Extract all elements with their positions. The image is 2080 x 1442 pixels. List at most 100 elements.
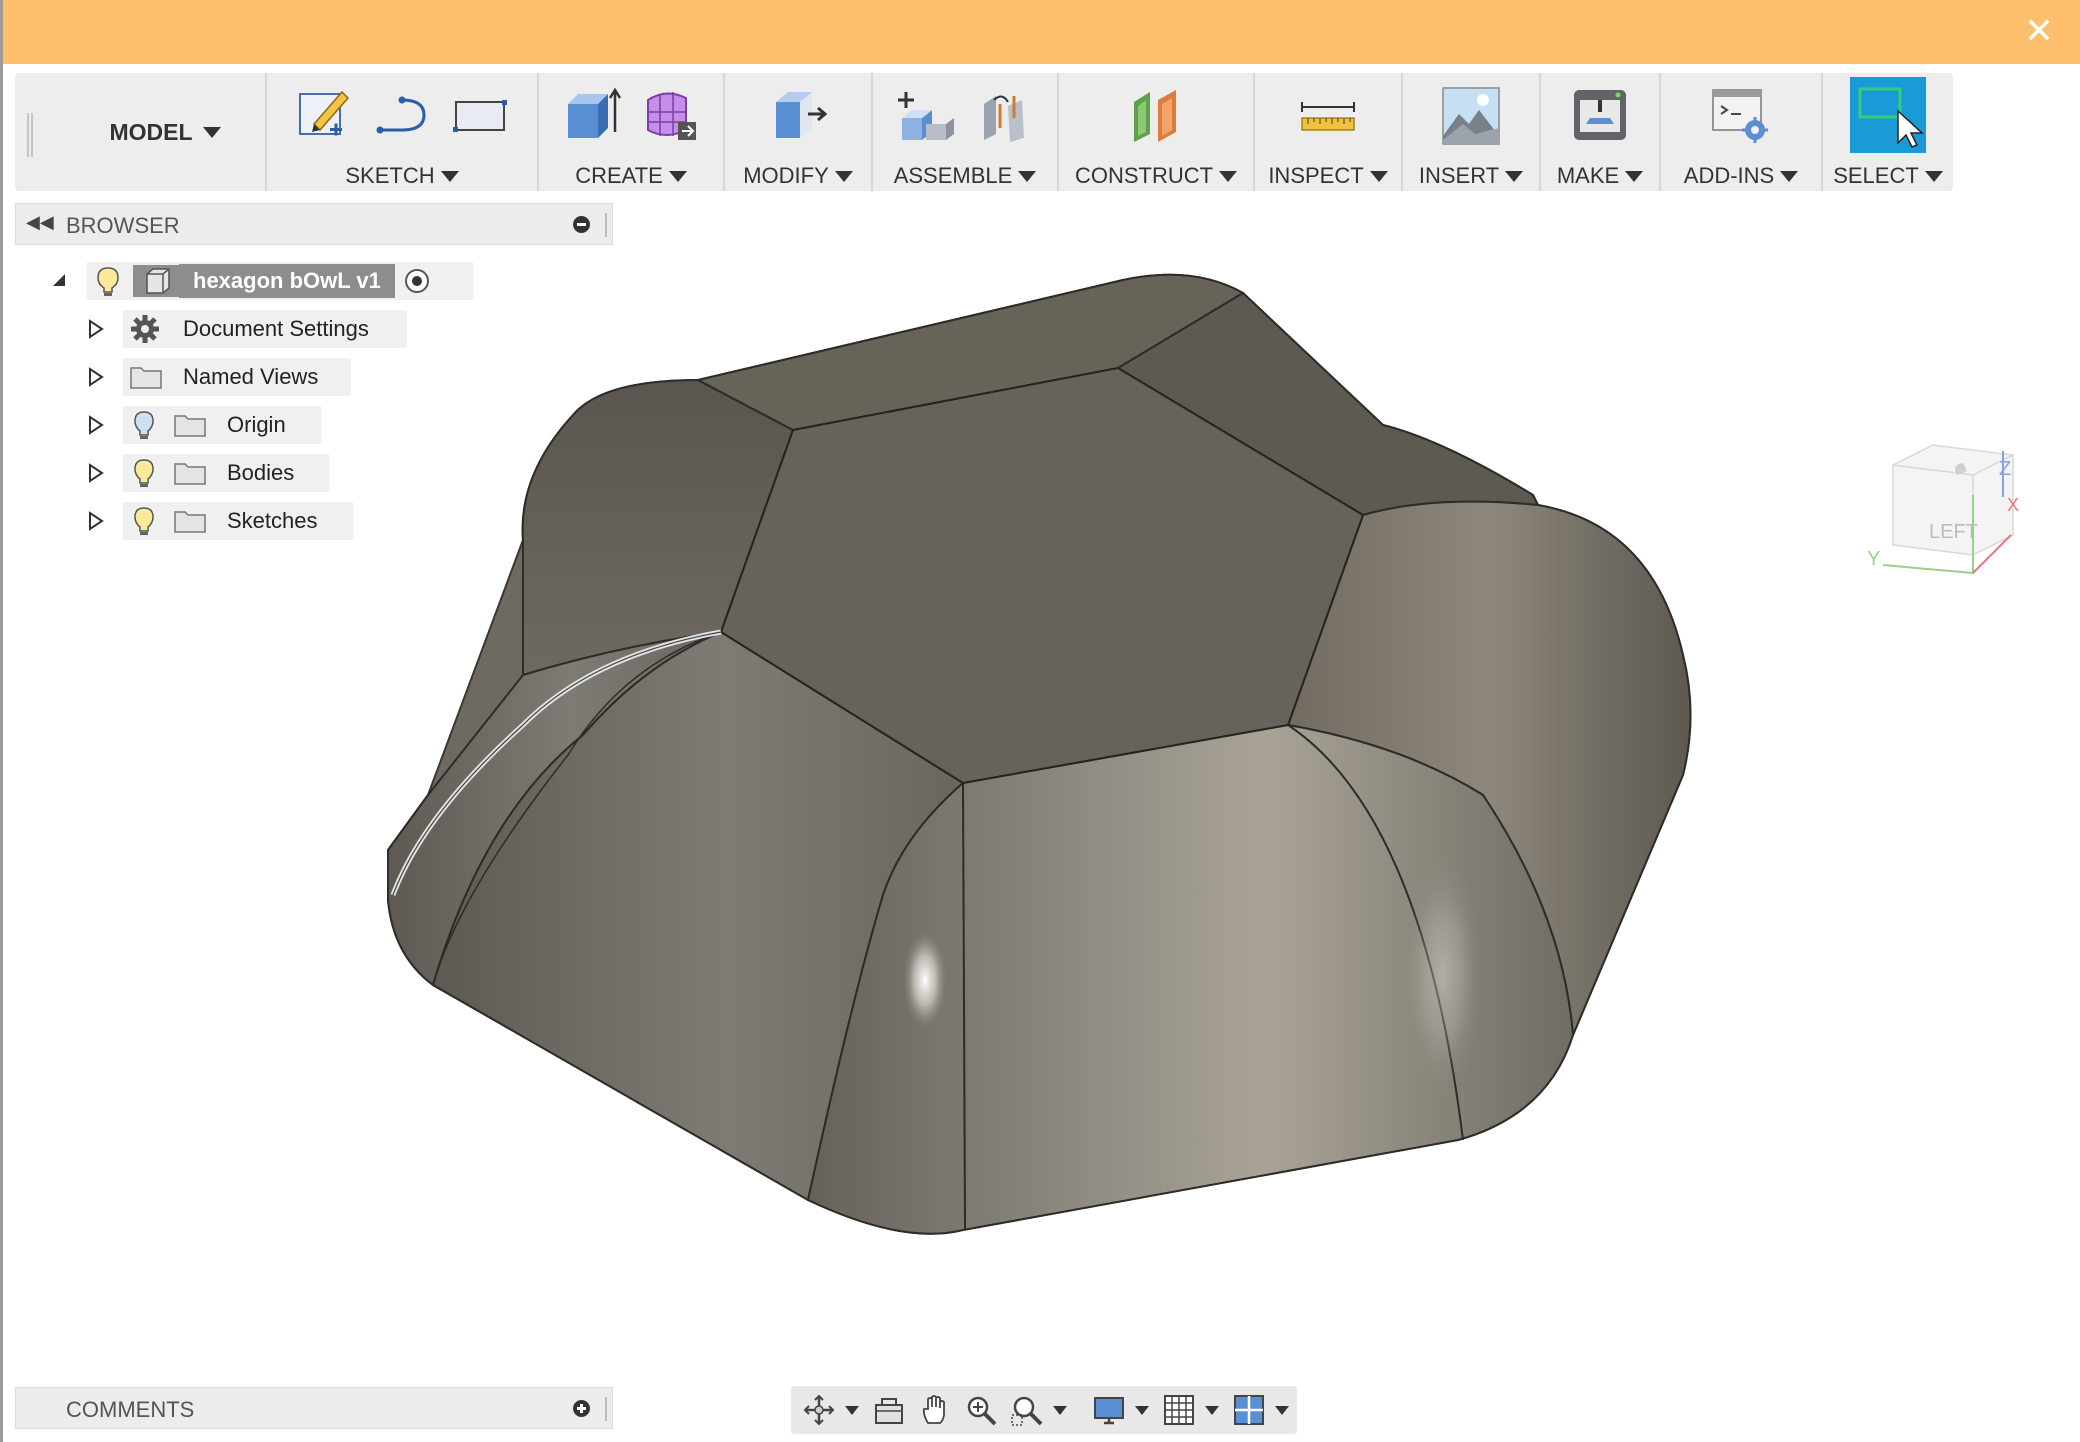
create-sketch-icon[interactable] <box>294 84 354 146</box>
tree-expand-icon[interactable] <box>83 365 107 389</box>
component-icon <box>146 268 170 294</box>
pan-icon[interactable] <box>915 1390 955 1430</box>
assemble-menu[interactable]: ASSEMBLE <box>873 163 1057 189</box>
assemble-label: ASSEMBLE <box>893 163 1013 188</box>
create-label: CREATE <box>575 163 663 188</box>
viewports-icon[interactable] <box>1229 1390 1269 1430</box>
zoom-icon[interactable] <box>961 1390 1001 1430</box>
make-menu[interactable]: MAKE <box>1541 163 1659 189</box>
browser-item-label: Sketches <box>227 508 318 533</box>
lightbulb-icon[interactable] <box>129 409 159 441</box>
browser-item-bodies[interactable]: Bodies <box>123 454 329 492</box>
addins-menu[interactable]: ADD-INS <box>1661 163 1821 189</box>
viewcube[interactable]: LEFT Z X Y <box>1863 435 2023 595</box>
chevron-down-icon[interactable] <box>1053 1405 1067 1415</box>
joint-icon[interactable] <box>974 84 1034 146</box>
collapse-panel-icon[interactable]: ◀◀ <box>26 212 54 233</box>
toolbar: MODEL SKETCH CREATE MODIFY ASSEMBLE CONS… <box>15 73 1953 191</box>
rectangle-icon[interactable] <box>450 84 510 146</box>
construct-label: CONSTRUCT <box>1074 163 1214 188</box>
chevron-down-icon[interactable] <box>1135 1405 1149 1415</box>
insert-menu[interactable]: INSERT <box>1403 163 1539 189</box>
browser-item-document-settings[interactable]: Document Settings <box>123 310 407 348</box>
chevron-down-icon <box>1505 170 1524 182</box>
toolbar-group-assemble: ASSEMBLE <box>871 73 1057 191</box>
tree-expand-icon[interactable] <box>47 268 71 292</box>
chevron-down-icon <box>1018 170 1037 182</box>
chevron-down-icon <box>440 170 459 182</box>
extrude-box-icon[interactable] <box>562 84 622 146</box>
toolbar-group-insert: INSERT <box>1401 73 1539 191</box>
folder-icon <box>174 415 206 437</box>
select-label: SELECT <box>1833 163 1919 188</box>
browser-item-sketches[interactable]: Sketches <box>123 502 353 540</box>
press-pull-icon[interactable] <box>768 84 828 146</box>
insert-image-icon[interactable] <box>1441 84 1501 146</box>
browser-root-item[interactable]: hexagon bOwL v1 <box>87 262 473 300</box>
toolbar-grip[interactable] <box>27 113 33 157</box>
browser-item-label: Document Settings <box>183 316 369 341</box>
orbit-icon[interactable] <box>799 1390 839 1430</box>
measure-icon[interactable] <box>1298 84 1358 146</box>
toolbar-group-modify: MODIFY <box>723 73 871 191</box>
minimize-panel-icon[interactable] <box>573 216 590 233</box>
axis-x-label: X <box>2007 495 2019 515</box>
panel-resize-grip[interactable] <box>605 1397 608 1421</box>
browser-item-origin[interactable]: Origin <box>123 406 321 444</box>
chevron-down-icon <box>668 170 687 182</box>
sketch-label: SKETCH <box>345 163 435 188</box>
toolbar-group-select: SELECT <box>1821 73 1953 191</box>
new-component-icon[interactable] <box>896 84 956 146</box>
tree-expand-icon[interactable] <box>83 461 107 485</box>
navigation-bar <box>791 1386 1297 1434</box>
panel-resize-grip[interactable] <box>605 213 608 237</box>
chevron-down-icon <box>834 170 853 182</box>
select-window-icon[interactable] <box>1850 77 1926 153</box>
axis-y-label: Y <box>1867 548 1880 570</box>
workspace-switcher[interactable]: MODEL <box>75 73 255 191</box>
scripts-addins-icon[interactable] <box>1711 84 1771 146</box>
browser-panel-header: ◀◀ BROWSER <box>15 203 613 245</box>
activate-radio-icon[interactable] <box>403 267 431 295</box>
look-at-icon[interactable] <box>869 1390 909 1430</box>
browser-item-label: Named Views <box>183 364 319 389</box>
toolbar-group-construct: CONSTRUCT <box>1057 73 1253 191</box>
chevron-down-icon <box>1369 170 1388 182</box>
tree-expand-icon[interactable] <box>83 509 107 533</box>
form-grid-icon[interactable] <box>640 84 700 146</box>
folder-icon <box>174 463 206 485</box>
3d-print-icon[interactable] <box>1570 84 1630 146</box>
offset-plane-icon[interactable] <box>1126 84 1186 146</box>
inspect-menu[interactable]: INSPECT <box>1255 163 1401 189</box>
browser-item-label: Bodies <box>227 460 295 485</box>
chevron-down-icon[interactable] <box>1205 1405 1219 1415</box>
toolbar-group-inspect: INSPECT <box>1253 73 1401 191</box>
display-settings-icon[interactable] <box>1089 1390 1129 1430</box>
select-menu[interactable]: SELECT <box>1823 163 1953 189</box>
create-menu[interactable]: CREATE <box>539 163 723 189</box>
chevron-down-icon[interactable] <box>1275 1405 1289 1415</box>
chevron-down-icon <box>1219 170 1238 182</box>
sketch-menu[interactable]: SKETCH <box>267 163 537 189</box>
folder-icon <box>174 511 206 533</box>
modify-menu[interactable]: MODIFY <box>725 163 871 189</box>
close-icon[interactable]: ✕ <box>2021 14 2057 50</box>
make-label: MAKE <box>1556 163 1620 188</box>
tree-expand-icon[interactable] <box>83 317 107 341</box>
tree-expand-icon[interactable] <box>83 413 107 437</box>
add-comment-icon[interactable] <box>573 1400 590 1417</box>
grid-icon[interactable] <box>1159 1390 1199 1430</box>
toolbar-group-sketch: SKETCH <box>265 73 537 191</box>
construct-menu[interactable]: CONSTRUCT <box>1059 163 1253 189</box>
modify-label: MODIFY <box>743 163 829 188</box>
workspace-label: MODEL <box>109 118 193 145</box>
lightbulb-icon[interactable] <box>129 505 159 537</box>
line-arc-icon[interactable] <box>372 84 432 146</box>
lightbulb-icon[interactable] <box>129 457 159 489</box>
lightbulb-icon[interactable] <box>91 264 125 298</box>
browser-item-named-views[interactable]: Named Views <box>123 358 351 396</box>
zoom-window-icon[interactable] <box>1007 1390 1047 1430</box>
chevron-down-icon[interactable] <box>845 1405 859 1415</box>
inspect-label: INSPECT <box>1268 163 1364 188</box>
browser-item-label: Origin <box>227 412 286 437</box>
